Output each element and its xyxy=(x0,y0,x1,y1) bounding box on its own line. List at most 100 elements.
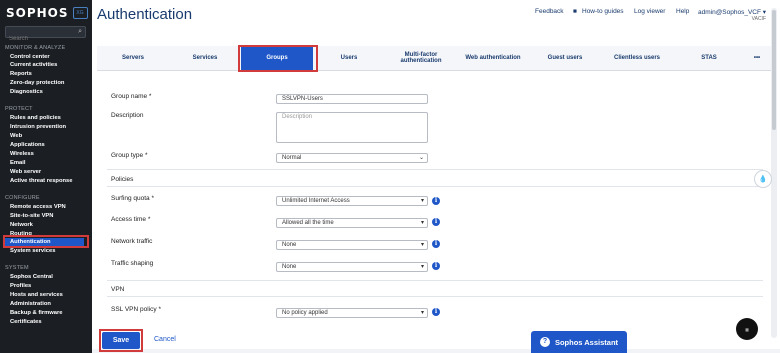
sidebar-item-wireless[interactable]: Wireless xyxy=(10,151,34,157)
tab-highlight-box xyxy=(238,45,318,72)
help-drop-icon[interactable]: 💧 xyxy=(754,170,772,188)
sidebar-item-current-activities[interactable]: Current activities xyxy=(10,62,57,68)
chevron-down-icon: ▾ xyxy=(420,242,424,248)
network-traffic-select[interactable]: None ▾ xyxy=(276,240,428,250)
group-type-select[interactable]: Normal ⌄ xyxy=(276,153,428,163)
sidebar-item-applications[interactable]: Applications xyxy=(10,142,45,148)
sidebar-item-active-threat[interactable]: Active threat response xyxy=(10,178,73,184)
chevron-down-icon[interactable]: ▾ xyxy=(763,9,766,16)
search-input[interactable] xyxy=(6,34,78,44)
user-menu[interactable]: admin@Sophos_VCF ▾ xyxy=(698,8,766,16)
section-system: SYSTEM xyxy=(5,265,29,271)
tab-stas[interactable]: STAS xyxy=(673,46,745,70)
network-traffic-value: None xyxy=(282,242,297,248)
info-icon[interactable]: i xyxy=(432,197,440,205)
sidebar-item-administration[interactable]: Administration xyxy=(10,301,51,307)
cancel-button[interactable]: Cancel xyxy=(154,336,176,343)
sidebar-item-sophos-central[interactable]: Sophos Central xyxy=(10,274,53,280)
assistant-label: Sophos Assistant xyxy=(554,337,619,347)
chevron-down-icon: ▾ xyxy=(420,310,424,316)
search-icon[interactable]: ⌕ xyxy=(78,28,82,36)
description-textarea[interactable]: Description xyxy=(276,112,428,143)
section-monitor: MONITOR & ANALYZE xyxy=(5,45,66,51)
tab-guest-users[interactable]: Guest users xyxy=(529,46,601,70)
status-badge-icon[interactable]: ▦ xyxy=(736,318,758,340)
vpn-heading: VPN xyxy=(111,286,125,293)
tab-services[interactable]: Services xyxy=(169,46,241,70)
sidebar-item-backup[interactable]: Backup & firmware xyxy=(10,310,63,316)
sidebar-item-ips[interactable]: Intrusion prevention xyxy=(10,124,66,130)
how-to-link[interactable]: How-to guides xyxy=(582,8,624,15)
access-time-label: Access time * xyxy=(111,216,151,223)
chat-bubble-icon: ? xyxy=(539,337,550,347)
chevron-down-icon: ▾ xyxy=(420,198,424,204)
scrollbar-thumb[interactable] xyxy=(772,10,776,130)
log-viewer-link[interactable]: Log viewer xyxy=(634,8,665,15)
section-configure: CONFIGURE xyxy=(5,195,40,201)
surfing-quota-value: Unlimited Internet Access xyxy=(282,198,350,204)
sidebar-item-email[interactable]: Email xyxy=(10,160,25,166)
ssl-vpn-select[interactable]: No policy applied ▾ xyxy=(276,308,428,318)
traffic-shaping-label: Traffic shaping xyxy=(111,260,154,267)
ssl-vpn-label: SSL VPN policy * xyxy=(111,306,161,313)
sidebar-item-remote-vpn[interactable]: Remote access VPN xyxy=(10,204,66,210)
sidebar-item-profiles[interactable]: Profiles xyxy=(10,283,31,289)
product-badge-icon: XG xyxy=(72,7,88,19)
sidebar-item-certificates[interactable]: Certificates xyxy=(10,319,42,325)
video-icon[interactable]: ■ xyxy=(573,8,577,15)
tab-bar: Servers Services Groups Users Multi-fact… xyxy=(97,46,771,71)
tab-clientless-users[interactable]: Clientless users xyxy=(601,46,673,70)
surfing-quota-select[interactable]: Unlimited Internet Access ▾ xyxy=(276,196,428,206)
info-icon[interactable]: i xyxy=(432,262,440,270)
group-name-label: Group name * xyxy=(111,93,152,100)
tab-mfa[interactable]: Multi-factor authentication xyxy=(385,46,457,70)
sophos-logo: SOPHOS xyxy=(6,6,69,20)
info-icon[interactable]: i xyxy=(432,308,440,316)
chevron-down-icon: ▾ xyxy=(420,264,424,270)
policies-heading: Policies xyxy=(111,176,134,183)
divider xyxy=(107,186,763,187)
sidebar-search[interactable]: ⌕ xyxy=(5,26,86,44)
sidebar-item-web-server[interactable]: Web server xyxy=(10,169,41,175)
divider xyxy=(107,280,763,281)
sidebar-item-reports[interactable]: Reports xyxy=(10,71,32,77)
divider xyxy=(107,169,763,170)
traffic-shaping-select[interactable]: None ▾ xyxy=(276,262,428,272)
page-title: Authentication xyxy=(97,6,193,23)
group-type-value: Normal xyxy=(282,155,302,161)
sidebar-item-site-vpn[interactable]: Site-to-site VPN xyxy=(10,213,53,219)
description-label: Description xyxy=(111,112,144,119)
access-time-value: Allowed all the time xyxy=(282,220,334,226)
save-highlight-box xyxy=(99,329,143,352)
tab-users[interactable]: Users xyxy=(313,46,385,70)
user-name[interactable]: admin@Sophos_VCF xyxy=(698,9,761,16)
sidebar-item-control-center[interactable]: Control center xyxy=(10,54,50,60)
info-icon[interactable]: i xyxy=(432,218,440,226)
sidebar-item-zero-day[interactable]: Zero-day protection xyxy=(10,80,64,86)
sidebar-item-diagnostics[interactable]: Diagnostics xyxy=(10,89,43,95)
brand: SOPHOS XG xyxy=(6,6,88,20)
sidebar-item-hosts[interactable]: Hosts and services xyxy=(10,292,63,298)
feedback-link[interactable]: Feedback xyxy=(535,8,564,15)
chevron-down-icon: ▾ xyxy=(420,220,424,226)
info-icon[interactable]: i xyxy=(432,240,440,248)
device-name: VACIF xyxy=(751,16,766,22)
help-link[interactable]: Help xyxy=(676,8,689,15)
sidebar-item-system-services[interactable]: System services xyxy=(10,248,55,254)
more-tabs-icon[interactable]: ••• xyxy=(745,46,769,70)
divider xyxy=(107,296,763,297)
access-time-select[interactable]: Allowed all the time ▾ xyxy=(276,218,428,228)
group-name-input[interactable]: SSLVPN-Users xyxy=(276,94,428,104)
sidebar-item-rules[interactable]: Rules and policies xyxy=(10,115,61,121)
sidebar-item-network[interactable]: Network xyxy=(10,222,33,228)
sidebar-highlight-box xyxy=(3,235,89,248)
traffic-shaping-value: None xyxy=(282,264,297,270)
footer-bar xyxy=(92,349,780,353)
surfing-quota-label: Surfing quota * xyxy=(111,195,155,202)
sophos-assistant-button[interactable]: ? Sophos Assistant xyxy=(531,331,627,353)
sidebar-item-web[interactable]: Web xyxy=(10,133,22,139)
section-protect: PROTECT xyxy=(5,106,33,112)
tab-web-auth[interactable]: Web authentication xyxy=(457,46,529,70)
group-type-label: Group type * xyxy=(111,152,148,159)
tab-servers[interactable]: Servers xyxy=(97,46,169,70)
